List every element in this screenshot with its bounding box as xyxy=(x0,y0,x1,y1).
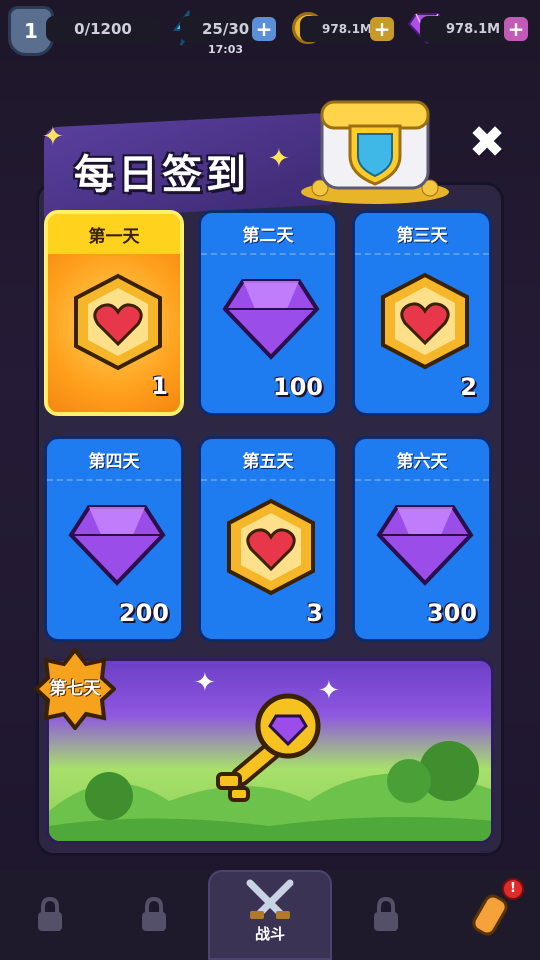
reward-amount: 2 xyxy=(460,373,477,401)
lock-icon xyxy=(142,897,166,931)
bottom-nav: 战斗 ! xyxy=(0,870,540,960)
nav-potion[interactable]: ! xyxy=(440,870,540,960)
reward-amount: 200 xyxy=(118,599,169,627)
close-button[interactable]: ✖ xyxy=(464,120,510,166)
day-card-6[interactable]: 第六天 300 xyxy=(352,436,492,642)
add-gems-button[interactable]: + xyxy=(504,17,528,41)
sparkle-icon: ✦ xyxy=(42,122,64,152)
reward-amount: 3 xyxy=(306,599,323,627)
heart-medal-icon xyxy=(227,498,315,596)
add-energy-button[interactable]: + xyxy=(252,17,276,41)
day-card-5[interactable]: 第五天 3 xyxy=(198,436,338,642)
day-label: 第四天 xyxy=(47,439,181,481)
energy-timer: 17:03 xyxy=(208,43,244,56)
top-bar: 1 0/1200 25/30 + 17:03 978.1M + 978.1M + xyxy=(0,0,540,60)
sparkle-icon: ✦ xyxy=(268,144,290,174)
lock-icon xyxy=(374,897,398,931)
nav-slot-locked[interactable] xyxy=(336,870,436,960)
lock-icon xyxy=(38,897,62,931)
reward-amount: 1 xyxy=(151,372,168,400)
popup-title: 每日签到 xyxy=(74,152,250,198)
day-label: 第六天 xyxy=(355,439,489,481)
gem-icon xyxy=(68,505,166,586)
day-label: 第三天 xyxy=(355,213,489,255)
day-card-4[interactable]: 第四天 200 xyxy=(44,436,184,642)
heart-medal-icon xyxy=(381,272,469,370)
nav-slot-locked[interactable] xyxy=(0,870,100,960)
heart-medal-icon xyxy=(74,273,162,371)
reward-amount: 300 xyxy=(426,599,477,627)
alert-badge: ! xyxy=(502,878,524,900)
add-coins-button[interactable]: + xyxy=(370,17,394,41)
nav-battle-label: 战斗 xyxy=(254,925,285,943)
day-card-2[interactable]: 第二天 100 xyxy=(198,210,338,416)
xp-counter: 0/1200 xyxy=(46,16,160,42)
day-label: 第一天 xyxy=(48,214,180,254)
nav-battle[interactable]: 战斗 xyxy=(208,870,332,960)
gem-icon xyxy=(376,505,474,586)
gem-icon xyxy=(222,279,320,360)
day-label: 第五天 xyxy=(201,439,335,481)
day-label: 第七天 xyxy=(49,679,101,699)
golden-key-icon xyxy=(216,693,321,802)
day-card-3[interactable]: 第三天 2 xyxy=(352,210,492,416)
nav-slot-locked[interactable] xyxy=(104,870,204,960)
day-card-1[interactable]: 第一天 1 xyxy=(44,210,184,416)
treasure-chest-icon xyxy=(301,100,449,204)
potion-icon xyxy=(472,894,508,936)
reward-amount: 100 xyxy=(272,373,323,401)
day-label: 第二天 xyxy=(201,213,335,255)
crossed-swords-icon xyxy=(246,879,294,919)
